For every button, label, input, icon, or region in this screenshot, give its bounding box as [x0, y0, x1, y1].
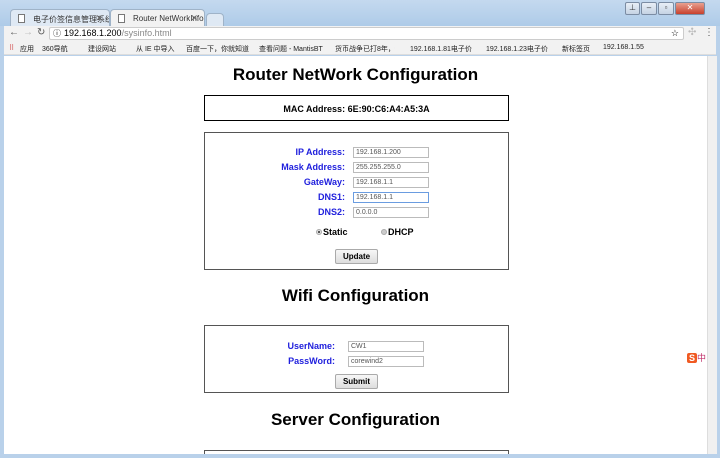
mask-input[interactable]: 255.255.255.0 — [353, 162, 429, 173]
ip-label: IP Address: — [295, 147, 345, 157]
tab-1[interactable]: 电子价签信息管理系统 ✕ — [10, 9, 110, 26]
bookmark[interactable]: 192.168.1.23电子价 — [486, 44, 548, 54]
dns1-input[interactable]: 192.168.1.1 — [353, 192, 429, 203]
bookmark[interactable]: 建设网站 — [88, 44, 116, 54]
bookmark[interactable]: 查看问题 - MantisBT — [259, 44, 323, 54]
submit-button[interactable]: Submit — [335, 374, 378, 389]
close-window-button[interactable]: ✕ — [675, 2, 705, 15]
bookmark[interactable]: 192.168.1.55 — [603, 44, 644, 51]
static-radio[interactable]: Static — [316, 227, 348, 237]
document-icon — [118, 14, 125, 23]
forward-icon[interactable]: → — [23, 27, 33, 38]
dns2-input[interactable]: 0.0.0.0 — [353, 207, 429, 218]
url-path: /sysinfo.html — [121, 28, 172, 38]
password-label: PassWord: — [288, 356, 335, 366]
new-tab-button[interactable] — [206, 13, 224, 26]
document-icon — [18, 14, 25, 23]
wifi-title: Wifi Configuration — [281, 286, 430, 305]
password-input[interactable]: corewind2 — [348, 356, 424, 367]
apps-icon: ⠿ — [9, 45, 15, 52]
menu-icon[interactable]: ⋮ — [704, 27, 714, 38]
update-button[interactable]: Update — [335, 249, 378, 264]
radio-checked-icon — [316, 229, 322, 235]
dhcp-label: DHCP — [388, 227, 414, 237]
gateway-label: GateWay: — [303, 177, 345, 187]
network-form: IP Address: 192.168.1.200 Mask Address: … — [204, 132, 509, 270]
maximize-button[interactable]: ▫ — [658, 2, 674, 15]
mac-address: MAC Address: 6E:90:C6:A4:A5:3A — [283, 104, 430, 114]
bookmark[interactable]: 360导航 — [42, 44, 68, 54]
profile-button[interactable]: ⊥ — [625, 2, 640, 15]
page-title: Router NetWork Configuration — [232, 65, 479, 84]
mask-label: Mask Address: — [281, 162, 345, 172]
tab-2[interactable]: Router NetWorkInfo ✕ — [110, 9, 205, 26]
static-label: Static — [323, 227, 348, 237]
mac-box: MAC Address: 6E:90:C6:A4:A5:3A — [204, 95, 509, 121]
radio-unchecked-icon — [381, 229, 387, 235]
bookmark[interactable]: 百度一下，你就知道 — [186, 44, 249, 54]
back-icon[interactable]: ← — [9, 27, 19, 38]
minimize-button[interactable]: – — [641, 2, 657, 15]
dns2-label: DNS2: — [317, 207, 345, 217]
gateway-input[interactable]: 192.168.1.1 — [353, 177, 429, 188]
server-form — [204, 450, 509, 454]
bookmark[interactable]: 新标签页 — [562, 44, 590, 54]
bookmark[interactable]: 应用 — [20, 44, 34, 54]
star-icon[interactable]: ☆ — [671, 28, 679, 39]
username-input[interactable]: CW1 — [348, 341, 424, 352]
bookmark[interactable]: 192.168.1.81电子价 — [410, 44, 472, 54]
vertical-scrollbar[interactable] — [707, 56, 717, 454]
url-host: 192.168.1.200 — [64, 28, 122, 38]
username-label: UserName: — [287, 341, 335, 351]
wifi-form: UserName: CW1 PassWord: corewind2 Submit — [204, 325, 509, 393]
info-icon: ⓘ — [53, 29, 61, 38]
dhcp-radio[interactable]: DHCP — [381, 227, 414, 237]
extension-icon[interactable]: ✣ — [688, 27, 696, 38]
ip-input[interactable]: 192.168.1.200 — [353, 147, 429, 158]
server-title: Server Configuration — [270, 410, 441, 429]
reload-icon[interactable]: ↻ — [37, 27, 45, 38]
ime-label: 中 — [697, 353, 707, 363]
ime-indicator[interactable]: S中 — [687, 351, 707, 365]
bookmarks-bar: ⠿ 应用 360导航 建设网站 从 IE 中导入 百度一下，你就知道 查看问题 … — [4, 41, 716, 55]
close-tab-icon[interactable]: ✕ — [190, 13, 198, 24]
bookmark[interactable]: 货币战争已打8年，€ — [335, 44, 395, 54]
bookmark[interactable]: 从 IE 中导入 — [136, 44, 175, 54]
page-content: Router NetWork Configuration MAC Address… — [4, 56, 707, 454]
sogou-icon: S — [687, 353, 698, 363]
dns1-label: DNS1: — [317, 192, 345, 202]
address-bar[interactable]: ⓘ 192.168.1.200/sysinfo.html ☆ — [49, 27, 684, 40]
close-tab-icon[interactable]: ✕ — [95, 13, 103, 24]
